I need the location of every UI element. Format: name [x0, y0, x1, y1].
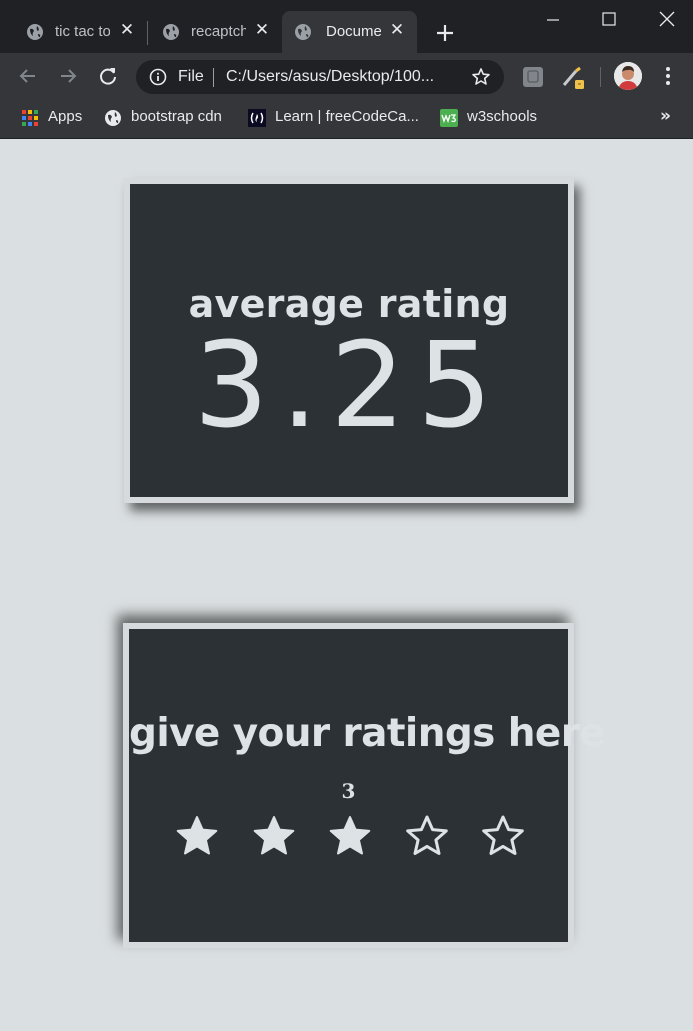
extension-icon[interactable] [521, 65, 545, 89]
average-rating-card: average rating 3.25 [124, 178, 574, 503]
bookmark-apps[interactable]: Apps [21, 108, 91, 128]
give-rating-title: give your ratings here [129, 711, 606, 756]
more-menu-icon[interactable] [660, 65, 676, 87]
forward-arrow-icon[interactable] [57, 65, 79, 87]
url-text[interactable]: C:/Users/asus/Desktop/100... [226, 68, 456, 86]
globe-icon [295, 24, 311, 40]
bookmark-star-icon[interactable] [471, 67, 491, 87]
star-outline-icon[interactable] [404, 814, 450, 860]
bookmark-label: Learn | freeCodeCa... [275, 108, 419, 125]
color-picker-extension-icon[interactable] [561, 65, 585, 89]
bookmark-label: Apps [48, 108, 83, 125]
minimize-icon[interactable] [538, 6, 568, 32]
star-filled-icon[interactable] [174, 814, 220, 860]
globe-icon [27, 24, 43, 40]
star-filled-icon[interactable] [251, 814, 297, 860]
bookmarks-bar: Apps bootstrap cdn Learn | freeCodeCa...… [0, 100, 693, 139]
maximize-icon[interactable] [594, 6, 624, 32]
window-close-icon[interactable] [652, 6, 682, 32]
star-outline-icon[interactable] [480, 814, 526, 860]
tab-tic-tac-toe[interactable]: tic tac toe ✕ [14, 11, 144, 53]
freecodecamp-icon [248, 109, 266, 127]
globe-icon [163, 24, 179, 40]
tab-title: recaptcha [191, 23, 246, 40]
url-scheme-label: File [178, 68, 204, 85]
average-rating-value: 3.25 [193, 316, 505, 454]
tab-close-icon[interactable]: ✕ [117, 20, 137, 40]
bookmark-bootstrap-cdn[interactable]: bootstrap cdn [104, 108, 234, 128]
give-rating-card: give your ratings here 3 [123, 623, 606, 948]
profile-avatar[interactable] [614, 62, 642, 90]
tab-recaptcha[interactable]: recaptcha ✕ [150, 11, 280, 53]
star-rating-input[interactable] [174, 814, 534, 860]
tab-title: Document [326, 23, 381, 40]
selected-rating-value: 3 [341, 779, 356, 803]
bookmark-w3schools[interactable]: w3schools [440, 108, 550, 128]
toolbar-divider [600, 67, 601, 87]
info-icon[interactable] [149, 68, 167, 86]
bookmark-freecodecamp[interactable]: Learn | freeCodeCa... [248, 108, 423, 128]
bookmark-label: bootstrap cdn [131, 108, 222, 125]
bookmarks-overflow-button[interactable]: » [660, 106, 671, 126]
reload-icon[interactable] [97, 65, 119, 87]
tab-divider [147, 21, 148, 45]
back-arrow-icon[interactable] [17, 65, 39, 87]
browser-toolbar: File C:/Users/asus/Desktop/100... [0, 53, 693, 100]
new-tab-plus-icon[interactable] [432, 20, 458, 46]
tab-title: tic tac toe [55, 23, 110, 40]
tab-document[interactable]: Document ✕ [282, 11, 417, 53]
tab-close-icon[interactable]: ✕ [387, 20, 407, 40]
tab-close-icon[interactable]: ✕ [252, 20, 272, 40]
globe-icon [105, 110, 121, 126]
tab-strip: tic tac toe ✕ recaptcha ✕ Document ✕ [0, 0, 693, 53]
address-bar[interactable]: File C:/Users/asus/Desktop/100... [136, 60, 504, 94]
url-divider [213, 68, 214, 87]
w3schools-icon [440, 109, 458, 127]
star-filled-icon[interactable] [327, 814, 373, 860]
apps-grid-icon [22, 110, 38, 126]
bookmark-label: w3schools [467, 108, 538, 125]
profile-avatar-icon [614, 62, 642, 90]
